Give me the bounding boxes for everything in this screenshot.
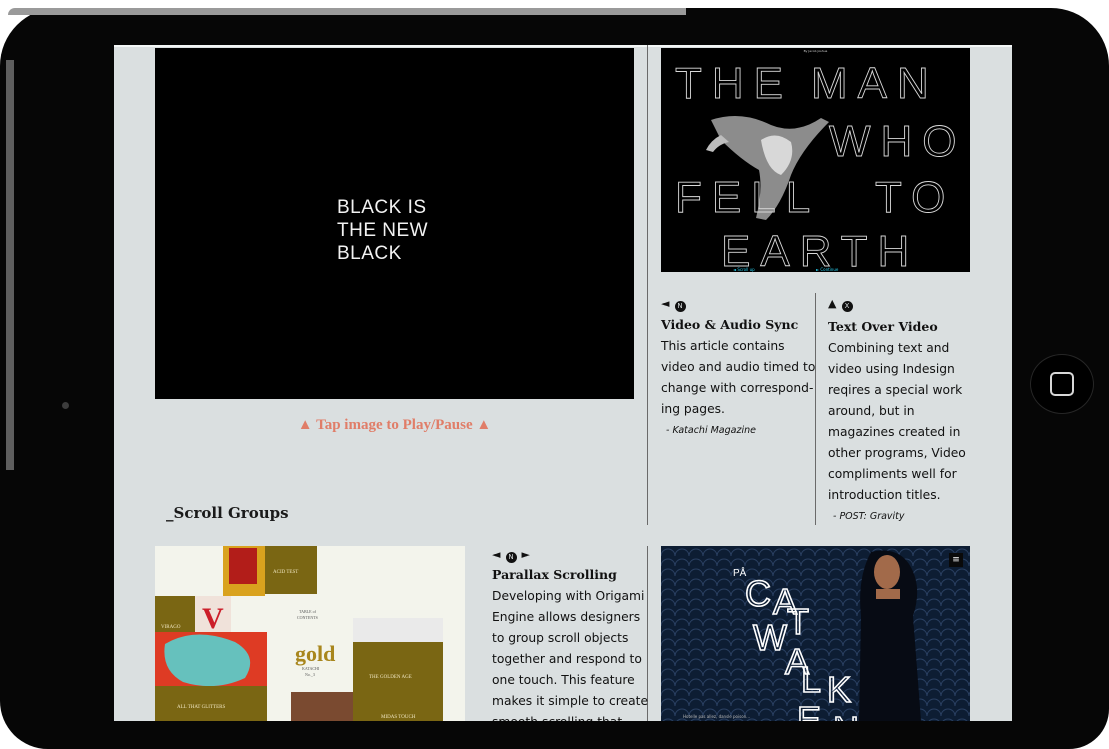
fashion-caption: Hotelle pas allez, dansle poison... bbox=[683, 714, 750, 719]
video-line: THE NEW bbox=[337, 220, 429, 241]
feature-title: Text Over Video bbox=[828, 319, 938, 334]
camera-dot bbox=[62, 402, 69, 409]
poster-word: THE bbox=[675, 59, 793, 108]
play-left-icon[interactable]: ◄ bbox=[661, 297, 670, 310]
feature-body: This article contains video and audio ti… bbox=[661, 336, 815, 420]
svg-text:V: V bbox=[202, 602, 224, 635]
feature-body: Combining text and video using Indesign … bbox=[828, 338, 966, 506]
body-line: smooth scrolling that... bbox=[492, 712, 648, 721]
scroll-art-canvas: ACID TEST VIRAGO V ALL THAT GLITTERS TAB… bbox=[155, 546, 443, 721]
fashion-letter: C bbox=[745, 573, 771, 614]
fashion-canvas: C A T W A L K E N bbox=[661, 546, 970, 721]
menu-icon[interactable]: ≡ bbox=[949, 553, 963, 567]
screen: BLACK IS THE NEW BLACK ▲ Tap image to Pl… bbox=[114, 45, 1012, 721]
toc-label: No._3 bbox=[305, 672, 315, 677]
bezel-highlight bbox=[8, 8, 686, 15]
column-divider bbox=[647, 45, 648, 525]
tap-caption[interactable]: ▲ Tap image to Play/Pause ▲ bbox=[155, 417, 634, 434]
screen-top-edge bbox=[114, 45, 1012, 47]
body-line: Engine allows designers bbox=[492, 610, 641, 624]
feature-controls[interactable]: ▲ X bbox=[828, 297, 853, 312]
toc-label: CONTENTS bbox=[297, 615, 318, 620]
fashion-letter: L bbox=[801, 659, 821, 700]
poster-word: EARTH bbox=[721, 227, 919, 272]
poster-word: TO bbox=[875, 173, 955, 222]
fashion-letter: E bbox=[797, 699, 821, 721]
tile-label: VIRAGO bbox=[161, 625, 181, 630]
poster-video[interactable]: By Jacob Joshua THE MAN WHO FELL TO EART… bbox=[661, 48, 970, 272]
feature-controls[interactable]: ◄ N ► bbox=[492, 548, 531, 563]
fashion-pa: PÅ bbox=[733, 568, 747, 579]
scroll-group-image[interactable]: ACID TEST VIRAGO V ALL THAT GLITTERS TAB… bbox=[155, 546, 465, 721]
section-title: _Scroll Groups bbox=[166, 504, 289, 522]
body-line: This article contains bbox=[661, 339, 785, 353]
video-line: BLACK IS bbox=[337, 197, 427, 218]
poster-words: THE MAN WHO FELL TO EARTH bbox=[675, 59, 967, 272]
body-line: ing pages. bbox=[661, 402, 725, 416]
body-line: Developing with Origami bbox=[492, 589, 645, 603]
tile-label: MIDAS TOUCH bbox=[381, 715, 416, 720]
feature-controls[interactable]: ◄ N bbox=[661, 297, 686, 312]
right-arrow-icon[interactable]: ► bbox=[521, 548, 530, 561]
body-line: around, but in bbox=[828, 404, 915, 418]
body-line: Combining text and bbox=[828, 341, 950, 355]
close-circle-icon[interactable]: X bbox=[841, 301, 853, 312]
fashion-letter: K bbox=[827, 669, 851, 710]
body-line: introduction titles. bbox=[828, 488, 941, 502]
toc-label: KATACHI bbox=[302, 666, 320, 671]
feature-title: Parallax Scrolling bbox=[492, 567, 617, 582]
body-line: compliments well for bbox=[828, 467, 957, 481]
fashion-image[interactable]: C A T W A L K E N PÅ ≡ Hotelle pas allez… bbox=[661, 546, 970, 721]
up-arrow-icon[interactable]: ▲ bbox=[828, 297, 837, 310]
close-circle-icon[interactable]: N bbox=[674, 301, 686, 312]
feature-body: Developing with Origami Engine allows de… bbox=[492, 586, 648, 721]
feature-credit: - POST: Gravity bbox=[833, 511, 905, 522]
toc-label: TABLE of bbox=[299, 609, 317, 614]
body-line: reqires a special work bbox=[828, 383, 963, 397]
tile-label: ACID TEST bbox=[273, 570, 298, 575]
toc-label: gold bbox=[295, 641, 335, 666]
close-circle-icon[interactable]: N bbox=[505, 552, 517, 563]
body-line: together and respond to bbox=[492, 652, 642, 666]
feature-title: Video & Audio Sync bbox=[661, 317, 799, 332]
body-line: video and audio timed to bbox=[661, 360, 816, 374]
fashion-letter: N bbox=[833, 709, 859, 721]
bezel-edge bbox=[6, 60, 14, 470]
body-line: change with correspond- bbox=[661, 381, 814, 395]
poster-word: WHO bbox=[829, 117, 967, 166]
main-video[interactable]: BLACK IS THE NEW BLACK bbox=[155, 48, 634, 399]
fashion-letter: T bbox=[787, 601, 809, 642]
body-line: magazines created in bbox=[828, 425, 961, 439]
home-button[interactable] bbox=[1030, 354, 1094, 414]
feature-credit: - Katachi Magazine bbox=[666, 425, 756, 436]
poster-word: FELL bbox=[675, 173, 820, 222]
poster-nav-left[interactable]: ◄ Scroll up bbox=[733, 267, 755, 272]
tile-label: ALL THAT GLITTERS bbox=[177, 705, 225, 710]
video-title: BLACK IS THE NEW BLACK bbox=[337, 196, 428, 265]
fashion-letter: W bbox=[753, 617, 787, 658]
body-line: other programs, Video bbox=[828, 446, 966, 460]
video-line: BLACK bbox=[337, 243, 402, 264]
poster-word: MAN bbox=[811, 59, 939, 108]
tile-label: THE GOLDEN AGE bbox=[369, 675, 412, 680]
body-line: makes it simple to create bbox=[492, 694, 649, 708]
body-line: one touch. This feature bbox=[492, 673, 635, 687]
body-line: to group scroll objects bbox=[492, 631, 629, 645]
body-line: video using Indesign bbox=[828, 362, 955, 376]
home-square-icon bbox=[1050, 372, 1074, 396]
left-arrow-icon[interactable]: ◄ bbox=[492, 548, 501, 561]
poster-nav-right[interactable]: ► Continue bbox=[816, 267, 838, 272]
